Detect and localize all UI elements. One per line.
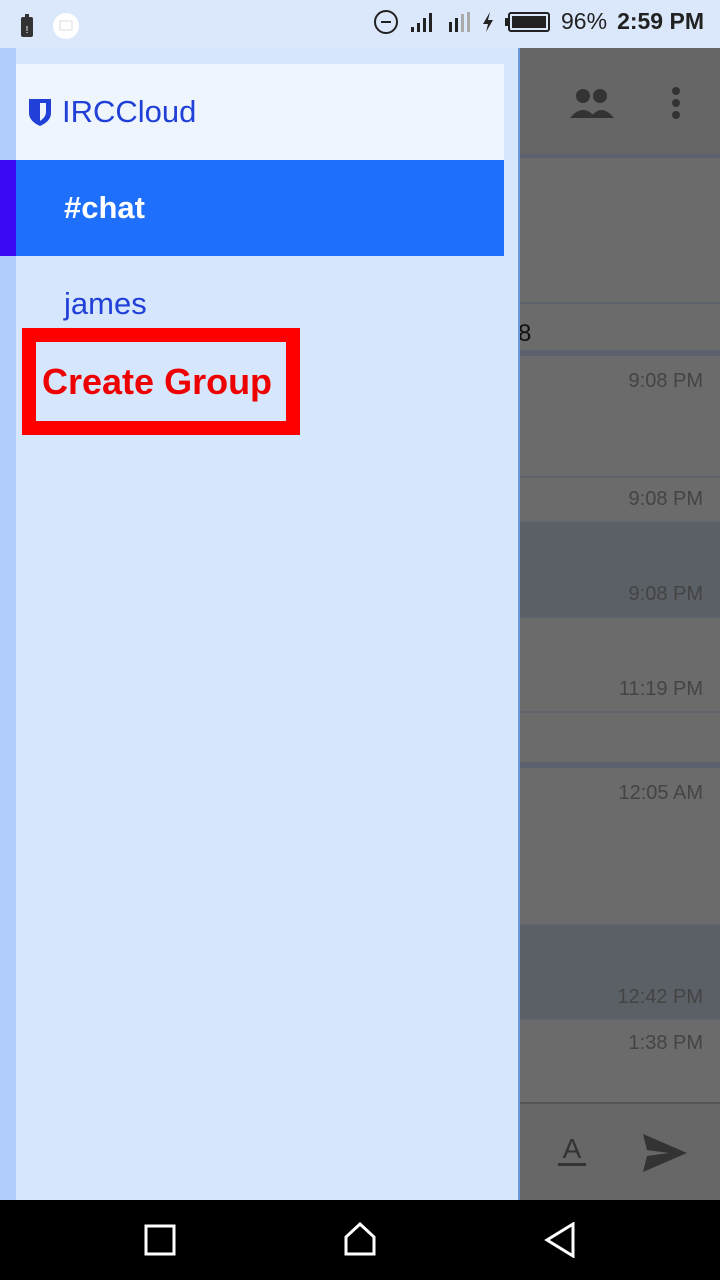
message-row: 11:19 PM [520, 618, 720, 713]
text-format-icon[interactable]: A [557, 1134, 587, 1168]
more-options-icon[interactable] [671, 86, 681, 122]
battery-alert-icon: ! [21, 14, 33, 37]
network-header[interactable]: IRCCloud [16, 64, 504, 160]
status-bar: ! 96% 2:59 PM [0, 0, 720, 48]
do-not-disturb-icon [374, 9, 399, 34]
channel-item-chat[interactable]: #chat [16, 160, 504, 256]
battery-icon [505, 11, 551, 32]
chat-header [520, 48, 720, 158]
back-icon[interactable] [544, 1222, 576, 1258]
timestamp: 9:08 PM [628, 488, 703, 510]
recents-icon[interactable] [144, 1224, 176, 1256]
signal-icon [411, 12, 433, 32]
charging-icon [483, 11, 494, 32]
home-icon[interactable] [343, 1222, 377, 1256]
timestamp: 12:42 PM [617, 986, 703, 1008]
date-row [520, 713, 720, 768]
create-group-button[interactable]: Create Group [22, 328, 300, 435]
send-icon[interactable] [643, 1134, 687, 1172]
chat-panel: 8 9:08 PM 9:08 PM 9:08 PM 11:19 PM 12:05… [518, 48, 720, 1200]
message-row [520, 160, 720, 304]
message-row: 9:08 PM [520, 358, 720, 478]
composer: A [520, 1102, 720, 1200]
divider [520, 154, 720, 158]
message-row: 9:08 PM [520, 523, 720, 618]
timestamp: 12:05 AM [618, 782, 703, 804]
timestamp: 9:08 PM [628, 370, 703, 392]
data-signal-icon [449, 11, 471, 32]
navigation-drawer: IRCCloud #chat james Create Group [0, 48, 520, 1200]
conversation-item-james[interactable]: james [64, 286, 147, 322]
shield-icon [29, 99, 51, 126]
message-row: 12:05 AM [520, 768, 720, 926]
message-row: 9:08 PM [520, 478, 720, 523]
channel-label: #chat [64, 190, 145, 225]
svg-text:!: ! [26, 25, 29, 36]
timestamp: 9:08 PM [628, 583, 703, 605]
selected-indicator [0, 160, 16, 256]
message-row: 1:38 PM [520, 1020, 720, 1102]
mail-icon [53, 13, 79, 39]
create-group-label: Create Group [42, 360, 273, 402]
svg-text:A: A [563, 1134, 582, 1164]
clock: 2:59 PM [617, 8, 704, 34]
battery-percent: 96% [561, 8, 608, 34]
navigation-bar [0, 1200, 720, 1280]
date-text: 8 [518, 320, 532, 347]
network-name: IRCCloud [62, 94, 197, 129]
timestamp: 1:38 PM [628, 1032, 703, 1054]
timestamp: 11:19 PM [618, 678, 703, 700]
message-row: 12:42 PM [520, 926, 720, 1020]
date-row: 8 [518, 304, 720, 356]
members-icon[interactable] [568, 86, 616, 122]
